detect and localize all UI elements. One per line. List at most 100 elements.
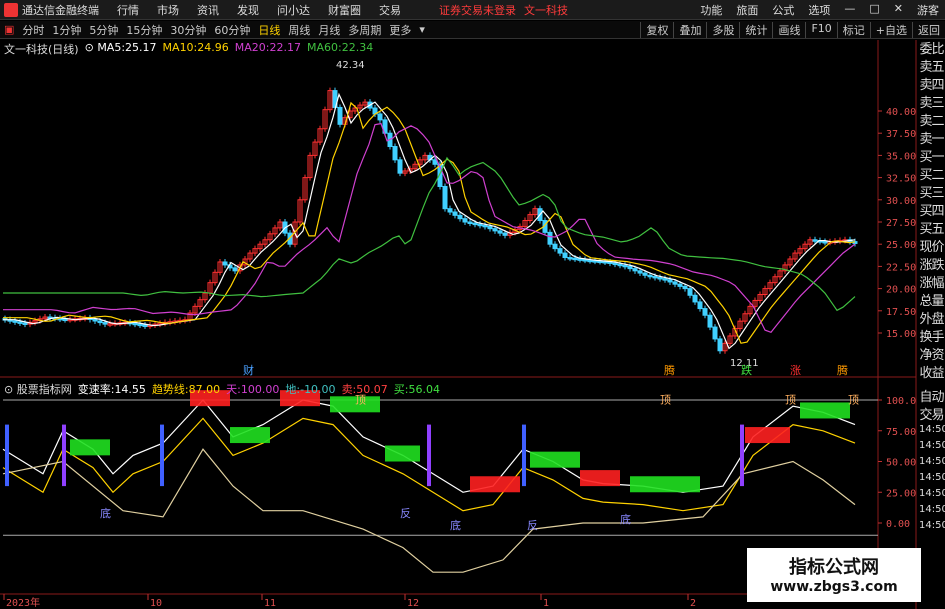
candle-body — [472, 222, 478, 226]
sell-label: 卖: — [341, 383, 357, 396]
date-label: 10 — [150, 598, 162, 609]
buy-label: 买: — [393, 383, 409, 396]
sub-tick-label: 50.00 — [886, 458, 916, 469]
quote-side-panel: 委比 卖五 卖四 卖三 卖二 卖一 买一 买二 买三 买四 买五 现价 涨跌 涨… — [918, 41, 945, 425]
ma10-line — [3, 101, 856, 344]
sub-tick-label: 0.00 — [886, 519, 910, 530]
candle-body — [707, 314, 713, 328]
chart-canvas[interactable]: 底反底反底顶顶顶顶 40.0037.5035.0032.5030.0027.50… — [0, 0, 945, 609]
candle-body — [627, 265, 633, 270]
side-item[interactable]: 换手 — [918, 329, 945, 347]
signal-label: 顶 — [785, 394, 796, 407]
candle-body — [452, 211, 458, 216]
signal-label: 底 — [620, 512, 631, 526]
time-label: 14:50 — [919, 488, 945, 499]
side-item[interactable]: 买三 — [918, 185, 945, 203]
candle-body — [702, 308, 708, 316]
price-tick-label: 25.00 — [886, 240, 916, 251]
candle-body — [562, 252, 568, 259]
price-tick-label: 27.50 — [886, 218, 916, 229]
candle-body — [557, 248, 563, 254]
price-tick-label: 37.50 — [886, 129, 916, 140]
candle-body — [632, 268, 638, 272]
indicator-title: ⊙ 股票指标网 — [4, 383, 72, 396]
candle-body — [622, 264, 628, 268]
side-item[interactable]: 委比 — [918, 41, 945, 59]
signal-label: 底 — [450, 518, 461, 532]
candle-body — [642, 272, 648, 276]
main-legend: 文一科技(日线) ⊙ MA5:25.17 MA10:24.96 MA20:22.… — [4, 41, 373, 57]
candle-body — [717, 338, 723, 352]
candle-body — [137, 323, 143, 327]
ma60-readout: MA60:22.34 — [307, 41, 373, 57]
candle-body — [572, 257, 578, 261]
ma60-label: MA60: — [306, 41, 342, 54]
candle-body — [232, 267, 238, 272]
time-label: 14:50 — [919, 440, 945, 451]
trend-readout: 趋势线:87.00 — [152, 381, 220, 397]
ma5-value: 25.17 — [125, 41, 157, 54]
side-item[interactable]: 卖四 — [918, 77, 945, 95]
side-item[interactable]: 外盘 — [918, 311, 945, 329]
signal-label: 反 — [527, 519, 538, 532]
time-label: 14:50 — [919, 456, 945, 467]
rate-label: 变速率: — [77, 383, 115, 396]
ground-value: -10.00 — [300, 383, 336, 396]
ma10-value: 24.96 — [197, 41, 229, 54]
candle-body — [577, 258, 583, 261]
candle-body — [652, 275, 658, 279]
signal-label: 顶 — [848, 394, 859, 407]
candle-body — [822, 241, 828, 244]
candle-body — [637, 270, 643, 274]
candle-body — [97, 320, 103, 324]
event-marker: 腾 — [664, 363, 675, 377]
candle-body — [497, 230, 503, 234]
side-item[interactable]: 总量 — [918, 293, 945, 311]
candle-body — [467, 221, 473, 224]
side-item[interactable]: 买五 — [918, 221, 945, 239]
ma20-value: 22.17 — [269, 41, 301, 54]
candle-body — [612, 262, 618, 266]
ground-label: 地: — [285, 383, 301, 396]
signal-label: 顶 — [660, 394, 671, 407]
indicator-name: 股票指标网 — [16, 383, 72, 396]
signal-band — [470, 476, 520, 493]
side-item[interactable]: 买二 — [918, 167, 945, 185]
candle-body — [492, 228, 498, 232]
signal-label: 反 — [400, 507, 411, 520]
candle-body — [587, 259, 593, 263]
trend-value: 87.00 — [188, 383, 221, 396]
side-item[interactable]: 卖二 — [918, 113, 945, 131]
ma10-readout: MA10:24.96 — [163, 41, 229, 57]
side-item[interactable]: 卖三 — [918, 95, 945, 113]
side-item[interactable]: 涨幅 — [918, 275, 945, 293]
time-label: 14:50 — [919, 424, 945, 435]
candle-body — [502, 232, 508, 236]
side-item[interactable]: 卖一 — [918, 131, 945, 149]
signal-band — [530, 451, 580, 468]
side-item[interactable]: 卖五 — [918, 59, 945, 77]
side-item[interactable]: 涨跌 — [918, 257, 945, 275]
event-marker: 腾 — [837, 363, 848, 377]
candle-body — [102, 322, 108, 325]
time-label: 14:50 — [919, 520, 945, 531]
side-item[interactable]: 净资 — [918, 347, 945, 365]
side-item[interactable]: 自动 — [918, 389, 945, 407]
candle-body — [142, 324, 148, 328]
candle-body — [547, 231, 553, 245]
rate-readout: 变速率:14.55 — [78, 381, 146, 397]
side-item[interactable]: 收益 — [918, 365, 945, 383]
side-item[interactable]: 买四 — [918, 203, 945, 221]
side-item[interactable]: 交易 — [918, 407, 945, 425]
signal-band — [385, 445, 420, 462]
stock-title: 文一科技(日线) — [4, 43, 79, 56]
side-item[interactable]: 现价 — [918, 239, 945, 257]
candle-body — [567, 257, 573, 260]
sky-readout: 天:100.00 — [226, 381, 279, 397]
indicator-legend: ⊙ 股票指标网 变速率:14.55 趋势线:87.00 天:100.00 地:-… — [4, 381, 440, 397]
side-item[interactable]: 买一 — [918, 149, 945, 167]
signal-bar — [522, 424, 526, 487]
sub-tick-label: 75.00 — [886, 427, 916, 438]
watermark-box: 指标公式网 www.zbgs3.com — [747, 548, 921, 602]
candle-body — [657, 277, 663, 280]
